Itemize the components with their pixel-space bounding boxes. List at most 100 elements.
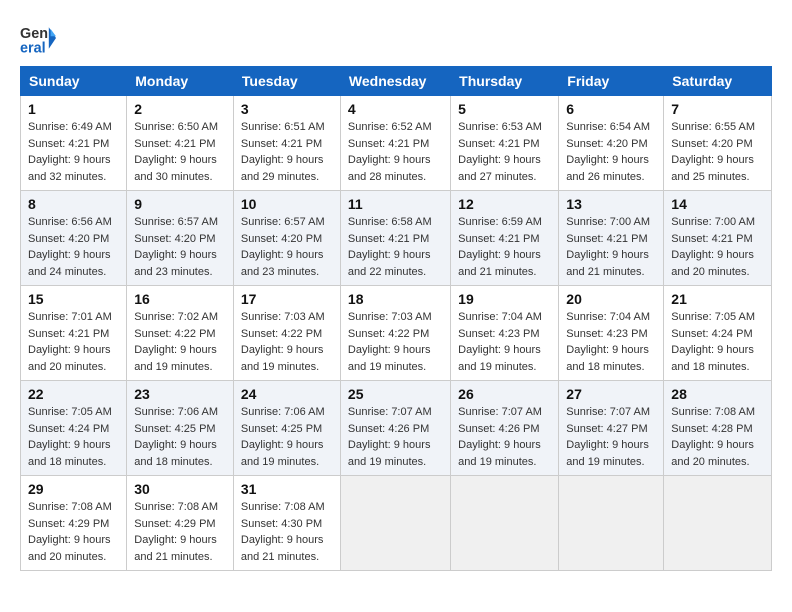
calendar-cell: 19 Sunrise: 7:04 AM Sunset: 4:23 PM Dayl…: [451, 286, 559, 381]
day-info: Sunrise: 7:05 AM Sunset: 4:24 PM Dayligh…: [28, 404, 119, 470]
day-number: 1: [28, 101, 119, 117]
calendar-cell: 6 Sunrise: 6:54 AM Sunset: 4:20 PM Dayli…: [559, 96, 664, 191]
calendar-cell: 22 Sunrise: 7:05 AM Sunset: 4:24 PM Dayl…: [21, 381, 127, 476]
calendar-header-sunday: Sunday: [21, 67, 127, 96]
calendar-cell: 31 Sunrise: 7:08 AM Sunset: 4:30 PM Dayl…: [233, 476, 340, 571]
day-info: Sunrise: 7:07 AM Sunset: 4:27 PM Dayligh…: [566, 404, 656, 470]
day-info: Sunrise: 7:07 AM Sunset: 4:26 PM Dayligh…: [458, 404, 551, 470]
calendar-cell: [559, 476, 664, 571]
day-number: 18: [348, 291, 443, 307]
calendar-cell: 27 Sunrise: 7:07 AM Sunset: 4:27 PM Dayl…: [559, 381, 664, 476]
calendar-cell: 30 Sunrise: 7:08 AM Sunset: 4:29 PM Dayl…: [127, 476, 234, 571]
calendar-cell: 29 Sunrise: 7:08 AM Sunset: 4:29 PM Dayl…: [21, 476, 127, 571]
day-info: Sunrise: 7:08 AM Sunset: 4:30 PM Dayligh…: [241, 499, 333, 565]
day-info: Sunrise: 6:53 AM Sunset: 4:21 PM Dayligh…: [458, 119, 551, 185]
calendar-header-wednesday: Wednesday: [340, 67, 450, 96]
day-number: 8: [28, 196, 119, 212]
calendar-cell: 5 Sunrise: 6:53 AM Sunset: 4:21 PM Dayli…: [451, 96, 559, 191]
calendar-cell: 3 Sunrise: 6:51 AM Sunset: 4:21 PM Dayli…: [233, 96, 340, 191]
day-number: 29: [28, 481, 119, 497]
calendar-week-5: 29 Sunrise: 7:08 AM Sunset: 4:29 PM Dayl…: [21, 476, 772, 571]
day-number: 30: [134, 481, 226, 497]
calendar-table: SundayMondayTuesdayWednesdayThursdayFrid…: [20, 66, 772, 571]
calendar-week-3: 15 Sunrise: 7:01 AM Sunset: 4:21 PM Dayl…: [21, 286, 772, 381]
calendar-cell: 18 Sunrise: 7:03 AM Sunset: 4:22 PM Dayl…: [340, 286, 450, 381]
day-info: Sunrise: 6:57 AM Sunset: 4:20 PM Dayligh…: [134, 214, 226, 280]
day-info: Sunrise: 7:03 AM Sunset: 4:22 PM Dayligh…: [241, 309, 333, 375]
day-number: 12: [458, 196, 551, 212]
day-info: Sunrise: 7:02 AM Sunset: 4:22 PM Dayligh…: [134, 309, 226, 375]
day-info: Sunrise: 6:55 AM Sunset: 4:20 PM Dayligh…: [671, 119, 764, 185]
calendar-cell: 11 Sunrise: 6:58 AM Sunset: 4:21 PM Dayl…: [340, 191, 450, 286]
day-number: 3: [241, 101, 333, 117]
calendar-cell: [664, 476, 772, 571]
day-number: 24: [241, 386, 333, 402]
calendar-cell: [451, 476, 559, 571]
day-number: 14: [671, 196, 764, 212]
svg-text:eral: eral: [20, 40, 46, 56]
calendar-cell: 24 Sunrise: 7:06 AM Sunset: 4:25 PM Dayl…: [233, 381, 340, 476]
calendar-header-monday: Monday: [127, 67, 234, 96]
day-info: Sunrise: 6:51 AM Sunset: 4:21 PM Dayligh…: [241, 119, 333, 185]
day-number: 16: [134, 291, 226, 307]
calendar-cell: 16 Sunrise: 7:02 AM Sunset: 4:22 PM Dayl…: [127, 286, 234, 381]
logo-icon: Gen eral: [20, 20, 56, 56]
day-info: Sunrise: 6:50 AM Sunset: 4:21 PM Dayligh…: [134, 119, 226, 185]
calendar-cell: [340, 476, 450, 571]
calendar-week-2: 8 Sunrise: 6:56 AM Sunset: 4:20 PM Dayli…: [21, 191, 772, 286]
calendar-cell: 7 Sunrise: 6:55 AM Sunset: 4:20 PM Dayli…: [664, 96, 772, 191]
calendar-header-row: SundayMondayTuesdayWednesdayThursdayFrid…: [21, 67, 772, 96]
logo: Gen eral: [20, 20, 60, 56]
day-info: Sunrise: 7:04 AM Sunset: 4:23 PM Dayligh…: [566, 309, 656, 375]
day-number: 26: [458, 386, 551, 402]
calendar-cell: 15 Sunrise: 7:01 AM Sunset: 4:21 PM Dayl…: [21, 286, 127, 381]
day-info: Sunrise: 6:54 AM Sunset: 4:20 PM Dayligh…: [566, 119, 656, 185]
day-number: 6: [566, 101, 656, 117]
day-info: Sunrise: 7:01 AM Sunset: 4:21 PM Dayligh…: [28, 309, 119, 375]
calendar-cell: 23 Sunrise: 7:06 AM Sunset: 4:25 PM Dayl…: [127, 381, 234, 476]
calendar-cell: 10 Sunrise: 6:57 AM Sunset: 4:20 PM Dayl…: [233, 191, 340, 286]
day-info: Sunrise: 7:07 AM Sunset: 4:26 PM Dayligh…: [348, 404, 443, 470]
calendar-cell: 17 Sunrise: 7:03 AM Sunset: 4:22 PM Dayl…: [233, 286, 340, 381]
day-number: 5: [458, 101, 551, 117]
page-header: Gen eral: [20, 20, 772, 56]
calendar-header-tuesday: Tuesday: [233, 67, 340, 96]
calendar-cell: 12 Sunrise: 6:59 AM Sunset: 4:21 PM Dayl…: [451, 191, 559, 286]
calendar-header-friday: Friday: [559, 67, 664, 96]
calendar-cell: 21 Sunrise: 7:05 AM Sunset: 4:24 PM Dayl…: [664, 286, 772, 381]
day-info: Sunrise: 7:06 AM Sunset: 4:25 PM Dayligh…: [134, 404, 226, 470]
calendar-week-1: 1 Sunrise: 6:49 AM Sunset: 4:21 PM Dayli…: [21, 96, 772, 191]
day-number: 25: [348, 386, 443, 402]
day-info: Sunrise: 7:08 AM Sunset: 4:28 PM Dayligh…: [671, 404, 764, 470]
day-number: 2: [134, 101, 226, 117]
day-info: Sunrise: 7:04 AM Sunset: 4:23 PM Dayligh…: [458, 309, 551, 375]
calendar-cell: 2 Sunrise: 6:50 AM Sunset: 4:21 PM Dayli…: [127, 96, 234, 191]
day-info: Sunrise: 7:00 AM Sunset: 4:21 PM Dayligh…: [671, 214, 764, 280]
day-info: Sunrise: 7:00 AM Sunset: 4:21 PM Dayligh…: [566, 214, 656, 280]
day-number: 11: [348, 196, 443, 212]
day-number: 28: [671, 386, 764, 402]
day-info: Sunrise: 6:56 AM Sunset: 4:20 PM Dayligh…: [28, 214, 119, 280]
calendar-cell: 26 Sunrise: 7:07 AM Sunset: 4:26 PM Dayl…: [451, 381, 559, 476]
day-info: Sunrise: 7:06 AM Sunset: 4:25 PM Dayligh…: [241, 404, 333, 470]
day-number: 22: [28, 386, 119, 402]
calendar-cell: 20 Sunrise: 7:04 AM Sunset: 4:23 PM Dayl…: [559, 286, 664, 381]
day-info: Sunrise: 6:57 AM Sunset: 4:20 PM Dayligh…: [241, 214, 333, 280]
day-number: 23: [134, 386, 226, 402]
calendar-cell: 8 Sunrise: 6:56 AM Sunset: 4:20 PM Dayli…: [21, 191, 127, 286]
day-number: 13: [566, 196, 656, 212]
day-number: 9: [134, 196, 226, 212]
day-number: 31: [241, 481, 333, 497]
calendar-cell: 4 Sunrise: 6:52 AM Sunset: 4:21 PM Dayli…: [340, 96, 450, 191]
day-info: Sunrise: 7:08 AM Sunset: 4:29 PM Dayligh…: [28, 499, 119, 565]
calendar-cell: 14 Sunrise: 7:00 AM Sunset: 4:21 PM Dayl…: [664, 191, 772, 286]
day-info: Sunrise: 7:08 AM Sunset: 4:29 PM Dayligh…: [134, 499, 226, 565]
calendar-body: 1 Sunrise: 6:49 AM Sunset: 4:21 PM Dayli…: [21, 96, 772, 571]
calendar-cell: 28 Sunrise: 7:08 AM Sunset: 4:28 PM Dayl…: [664, 381, 772, 476]
calendar-header-thursday: Thursday: [451, 67, 559, 96]
day-number: 19: [458, 291, 551, 307]
day-number: 27: [566, 386, 656, 402]
day-number: 21: [671, 291, 764, 307]
calendar-header-saturday: Saturday: [664, 67, 772, 96]
day-number: 7: [671, 101, 764, 117]
